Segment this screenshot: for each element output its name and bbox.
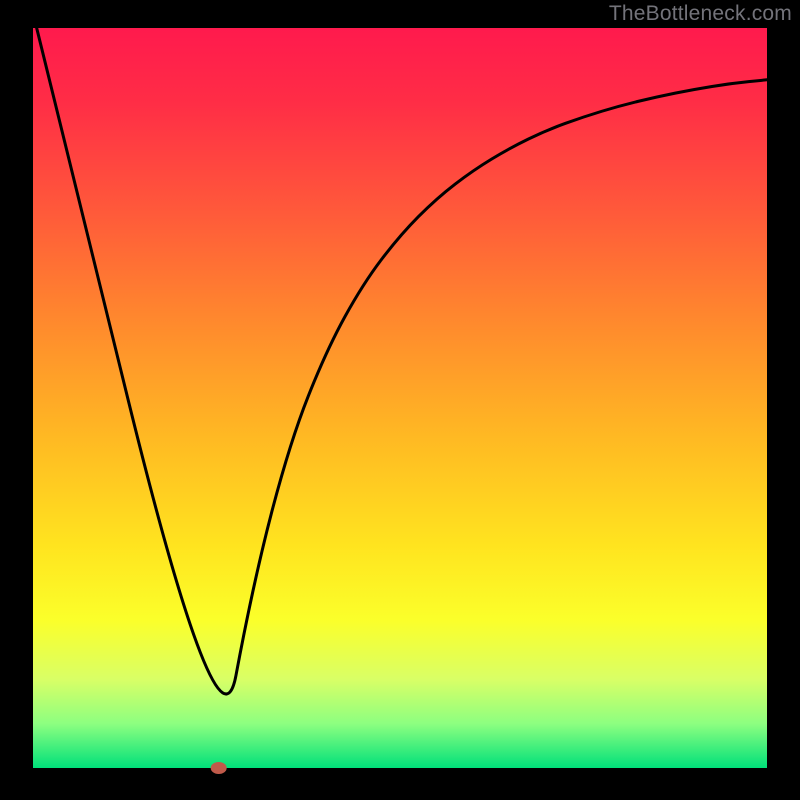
chart-svg xyxy=(0,0,800,800)
watermark-label: TheBottleneck.com xyxy=(609,2,792,26)
plot-background xyxy=(33,28,767,768)
minimum-marker xyxy=(211,762,227,774)
chart-canvas: TheBottleneck.com xyxy=(0,0,800,800)
